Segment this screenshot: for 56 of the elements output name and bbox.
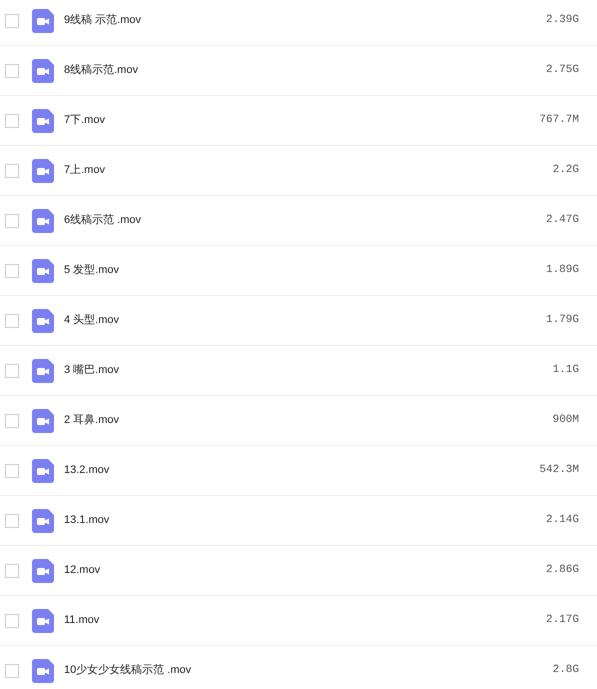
file-size: 2.2G <box>552 163 579 178</box>
video-file-icon <box>32 658 54 682</box>
video-file-icon <box>32 258 54 282</box>
file-name[interactable]: 2 耳鼻.mov <box>64 412 120 429</box>
file-name[interactable]: 5 发型.mov <box>64 262 120 279</box>
file-size: 900M <box>552 413 579 428</box>
checkbox[interactable] <box>5 164 19 178</box>
checkbox[interactable] <box>5 264 19 278</box>
checkbox[interactable] <box>5 514 19 528</box>
file-size: 2.8G <box>552 663 579 678</box>
checkbox[interactable] <box>5 614 19 628</box>
checkbox[interactable] <box>5 114 19 128</box>
file-size: 1.1G <box>552 363 579 378</box>
file-size: 767.7M <box>539 113 579 128</box>
file-size: 1.79G <box>546 313 579 328</box>
file-name[interactable]: 11.mov <box>64 612 100 629</box>
video-file-icon <box>32 108 54 132</box>
file-name[interactable]: 7上.mov <box>64 162 105 179</box>
file-size: 2.47G <box>546 213 579 228</box>
checkbox[interactable] <box>5 414 19 428</box>
checkbox[interactable] <box>5 314 19 328</box>
checkbox[interactable] <box>5 464 19 478</box>
file-name[interactable]: 6线稿示范 .mov <box>64 212 142 229</box>
video-file-icon <box>32 8 54 32</box>
file-size: 2.86G <box>546 563 579 578</box>
video-file-icon <box>32 458 54 482</box>
checkbox[interactable] <box>5 214 19 228</box>
video-file-icon <box>32 358 54 382</box>
file-name[interactable]: 13.2.mov <box>64 462 110 479</box>
checkbox[interactable] <box>5 64 19 78</box>
file-size: 2.14G <box>546 513 579 528</box>
file-size: 2.17G <box>546 613 579 628</box>
video-file-icon <box>32 608 54 632</box>
file-name[interactable]: 3 嘴巴.mov <box>64 362 120 379</box>
video-file-icon <box>32 558 54 582</box>
file-size: 2.75G <box>546 63 579 78</box>
checkbox[interactable] <box>5 564 19 578</box>
file-size: 542.3M <box>539 463 579 478</box>
video-file-icon <box>32 208 54 232</box>
file-name[interactable]: 9线稿 示范.mov <box>64 12 142 29</box>
checkbox[interactable] <box>5 364 19 378</box>
video-file-icon <box>32 508 54 532</box>
video-file-icon <box>32 58 54 82</box>
file-name[interactable]: 7下.mov <box>64 112 105 129</box>
file-size: 2.39G <box>546 13 579 28</box>
file-size: 1.89G <box>546 263 579 278</box>
checkbox[interactable] <box>5 664 19 678</box>
video-file-icon <box>32 408 54 432</box>
video-file-icon <box>32 308 54 332</box>
checkbox[interactable] <box>5 14 19 28</box>
file-name[interactable]: 13.1.mov <box>64 512 110 529</box>
file-name[interactable]: 8线稿示范.mov <box>64 62 138 79</box>
file-name[interactable]: 12.mov <box>64 562 100 579</box>
video-file-icon <box>32 158 54 182</box>
file-name[interactable]: 4 头型.mov <box>64 312 120 329</box>
file-name[interactable]: 10少女少女线稿示范 .mov <box>64 662 192 679</box>
